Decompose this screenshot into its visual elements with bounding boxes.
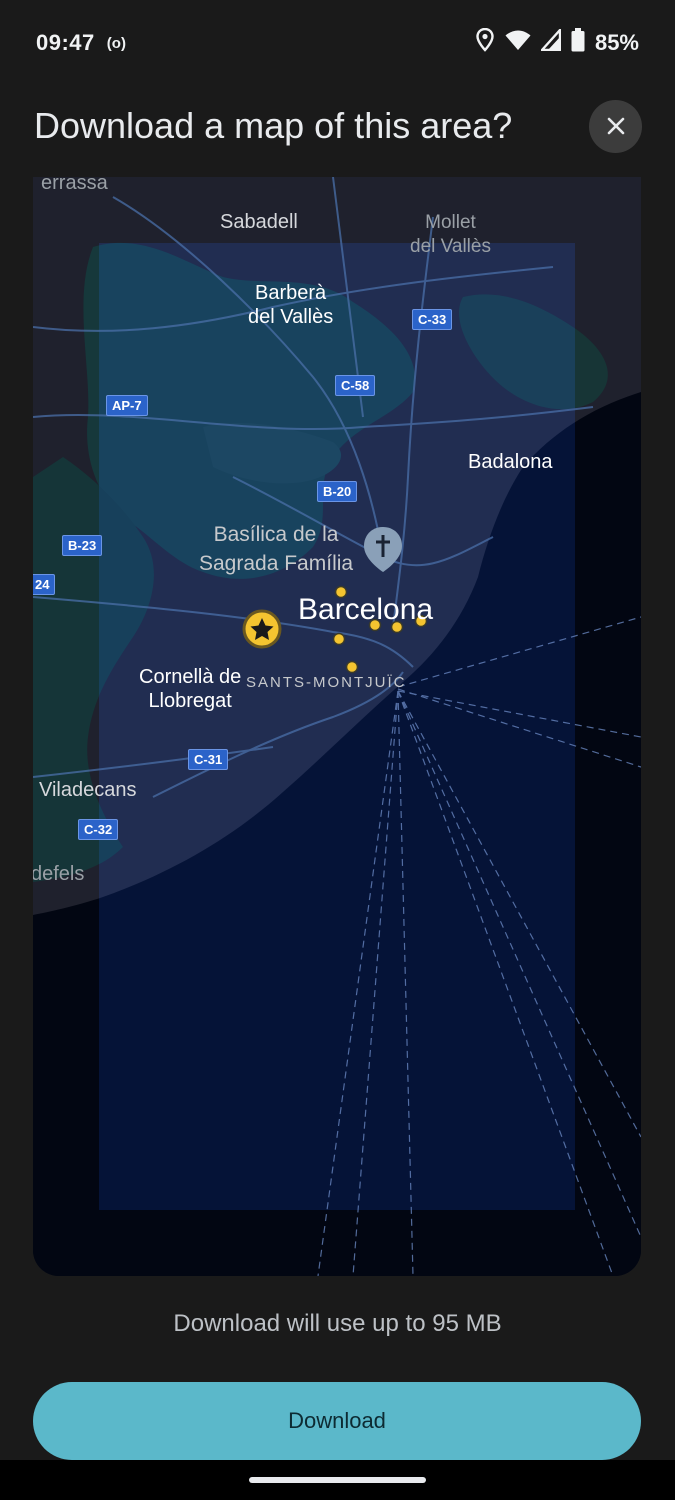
label-badalona: Badalona bbox=[468, 451, 553, 473]
dialog-header: Download a map of this area? bbox=[34, 96, 642, 156]
home-gesture-handle[interactable] bbox=[249, 1477, 426, 1483]
wifi-icon bbox=[505, 29, 531, 57]
download-size-info: Download will use up to 95 MB bbox=[173, 1310, 502, 1337]
radio-indicator-icon: (o) bbox=[106, 34, 126, 52]
road-shield-b20: B-20 bbox=[317, 481, 358, 502]
label-sants-montjuic: SANTS-MONTJUÏC bbox=[246, 674, 407, 691]
close-button[interactable] bbox=[589, 99, 642, 153]
road-shield-c58: C-58 bbox=[335, 375, 376, 396]
road-shield-ap7: AP-7 bbox=[106, 395, 148, 416]
starred-place-icon bbox=[242, 609, 282, 649]
label-castelldefels: defels bbox=[33, 863, 85, 885]
label-sagrada-familia[interactable]: Basílica de la Sagrada Família bbox=[199, 520, 353, 578]
label-sabadell: Sabadell bbox=[220, 211, 298, 233]
label-viladecans: Viladecans bbox=[39, 779, 137, 801]
map-canvas bbox=[33, 177, 641, 1276]
label-cornella: Cornellà de Llobregat bbox=[139, 666, 242, 712]
status-time: 09:47 bbox=[36, 30, 95, 55]
road-shield-c33: C-33 bbox=[412, 309, 453, 330]
battery-percent: 85% bbox=[594, 30, 639, 55]
location-icon bbox=[475, 27, 495, 58]
road-shield-c32: C-32 bbox=[78, 819, 119, 840]
battery-icon bbox=[571, 28, 585, 58]
road-shield-b23: B-23 bbox=[62, 535, 103, 556]
navigation-bar bbox=[0, 1460, 675, 1500]
label-mollet: Mollet del Vallès bbox=[410, 212, 491, 257]
dialog-title: Download a map of this area? bbox=[34, 105, 513, 146]
road-shield-c31: C-31 bbox=[188, 749, 229, 770]
label-terrassa: errassa bbox=[41, 177, 108, 194]
road-shield-b24: 24 bbox=[33, 574, 56, 595]
signal-icon bbox=[539, 26, 562, 57]
label-barbera: Barberà del Vallès bbox=[248, 282, 334, 328]
label-barcelona: Barcelona bbox=[298, 593, 434, 626]
map-preview[interactable]: errassa Sabadell Mollet del Vallès Barbe… bbox=[33, 177, 641, 1276]
status-bar: 09:47 (o) 85% bbox=[0, 0, 675, 86]
download-button[interactable]: Download bbox=[33, 1382, 641, 1460]
close-icon bbox=[607, 117, 624, 135]
